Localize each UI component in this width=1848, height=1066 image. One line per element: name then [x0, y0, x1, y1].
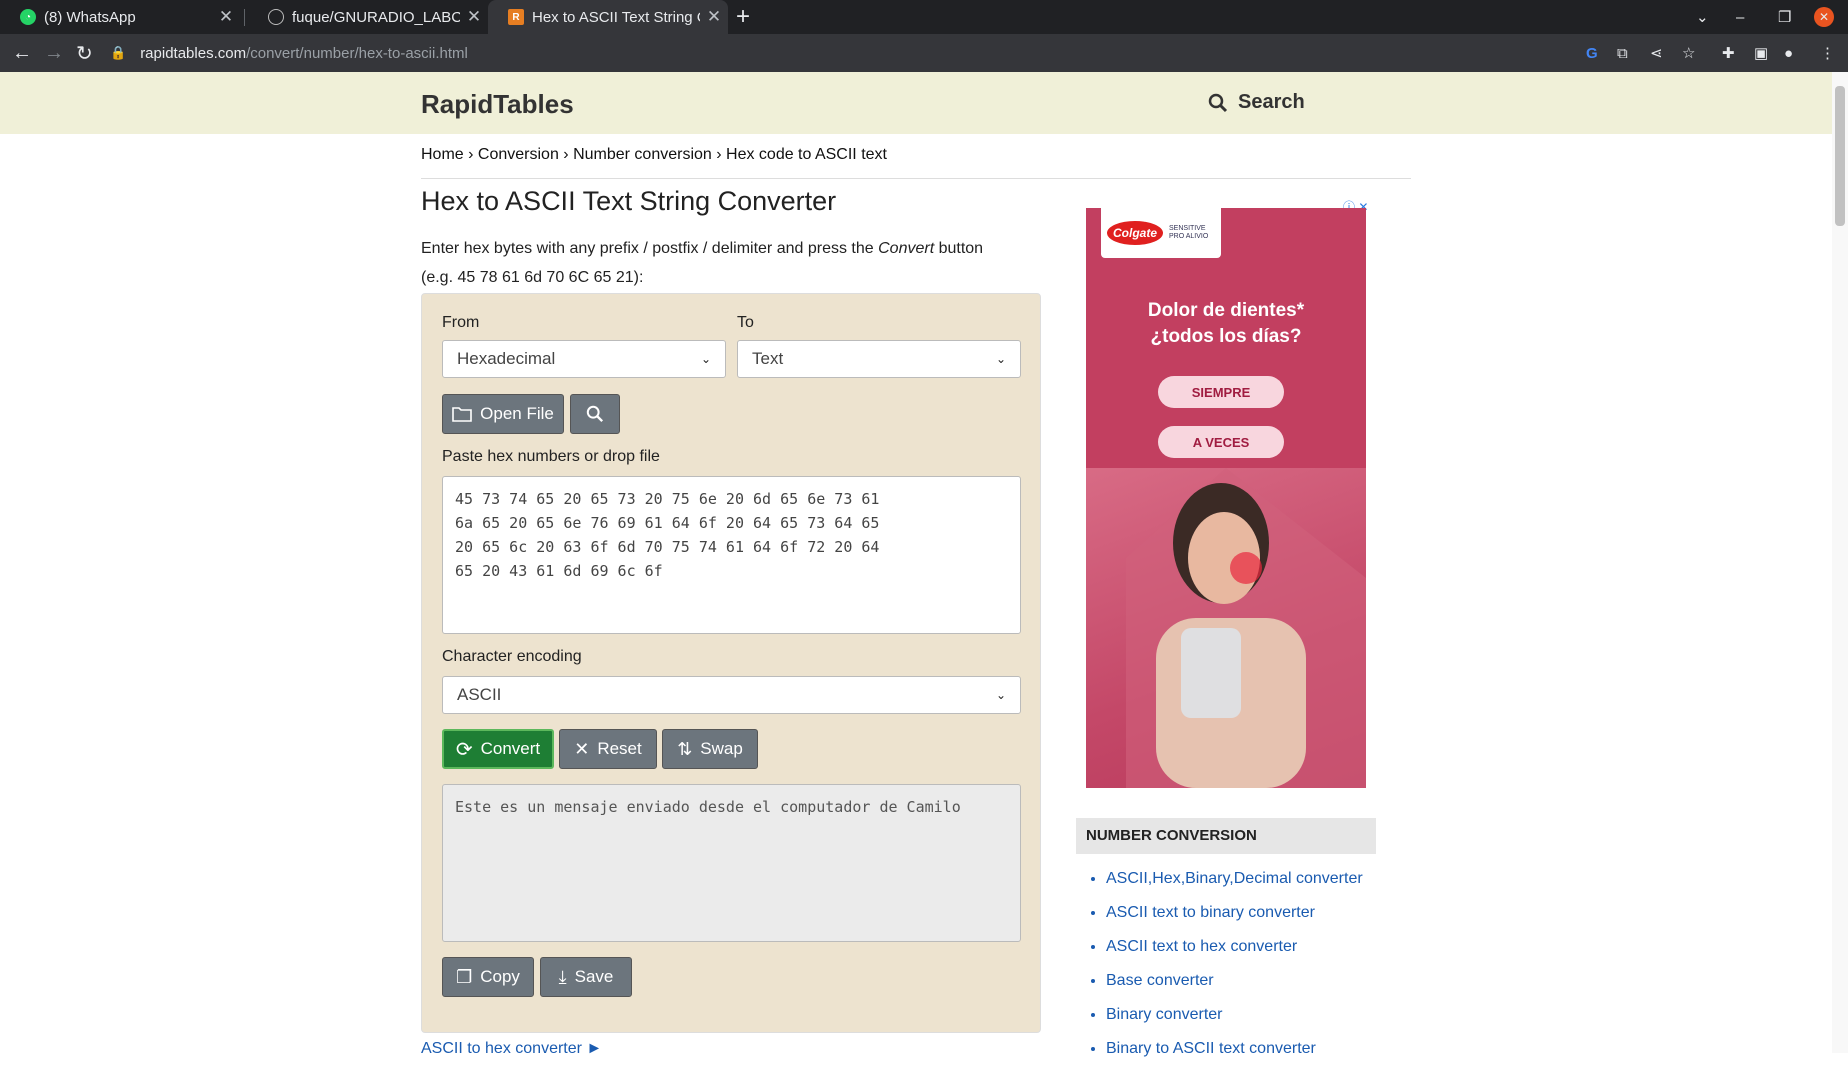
converter-panel: From To Hexadecimal ⌄ Text ⌄ Open File Pas…	[421, 293, 1041, 1033]
profile-icon[interactable]: ●	[1784, 34, 1793, 72]
file-search-button[interactable]	[570, 394, 620, 434]
page-title: Hex to ASCII Text String Converter	[421, 186, 837, 216]
lock-icon: 🔒	[110, 45, 127, 60]
sidebar-link[interactable]: ASCII text to hex converter	[1106, 938, 1297, 955]
sidebar-link[interactable]: Binary converter	[1106, 1006, 1223, 1023]
convert-button[interactable]: ⟳ Convert	[442, 729, 554, 769]
tab-title: fuque/GNURADIO_LABCO	[292, 8, 460, 26]
swap-button[interactable]: ⇅ Swap	[662, 729, 758, 769]
restore-icon[interactable]: ❐	[1778, 0, 1791, 34]
ad-brand-logo: Colgate SENSITIVE PRO ALIVIO	[1101, 208, 1221, 258]
url-path: /convert/number/hex-to-ascii.html	[246, 44, 468, 62]
search-button[interactable]: Search	[1208, 91, 1305, 114]
from-label: From	[442, 314, 480, 331]
close-icon: ✕	[574, 738, 590, 759]
chevron-down-icon: ⌄	[995, 352, 1006, 366]
bottom-link[interactable]: ASCII to hex converter ►	[421, 1040, 602, 1058]
browser-tab-bar: ◔ (8) WhatsApp ✕ fuque/GNURADIO_LABCO ✕ …	[0, 0, 1848, 34]
sidebar-link[interactable]: ASCII text to binary converter	[1106, 904, 1315, 921]
chevron-down-icon: ⌄	[700, 352, 711, 366]
reset-button[interactable]: ✕ Reset	[559, 729, 657, 769]
breadcrumb: Home › Conversion › Number conversion › …	[421, 146, 887, 163]
intro-example: (e.g. 45 78 61 6d 70 6C 65 21):	[421, 269, 644, 286]
save-button[interactable]: ⤓ Save	[540, 957, 632, 997]
ad-photo	[1086, 468, 1366, 788]
tab-rapidtables[interactable]: R Hex to ASCII Text String C ✕	[488, 0, 728, 34]
copy-button[interactable]: ❐ Copy	[442, 957, 534, 997]
refresh-icon: ⟳	[455, 738, 473, 761]
sidebar-number-conversion: NUMBER CONVERSION ASCII,Hex,Binary,Decim…	[1076, 818, 1376, 1066]
bookmark-star-icon[interactable]: ☆	[1682, 34, 1695, 72]
to-select[interactable]: Text ⌄	[737, 340, 1021, 378]
ad-headline: Dolor de dientes* ¿todos los días?	[1147, 300, 1305, 347]
sidebar-link[interactable]: ASCII,Hex,Binary,Decimal converter	[1106, 870, 1363, 887]
close-tab-icon[interactable]: ✕	[700, 7, 728, 27]
address-bar[interactable]: 🔒 rapidtables.com/convert/number/hex-to-…	[110, 39, 1570, 67]
scrollbar[interactable]	[1832, 72, 1848, 1053]
download-icon: ⤓	[558, 966, 567, 987]
menu-icon[interactable]: ⋮	[1820, 34, 1835, 72]
whatsapp-icon: ◔	[20, 9, 36, 25]
chevron-down-icon: ⌄	[995, 688, 1006, 702]
folder-icon	[452, 407, 472, 422]
minimize-icon[interactable]: –	[1736, 0, 1744, 34]
site-logo[interactable]: RapidTables	[421, 89, 574, 120]
search-icon	[586, 405, 604, 423]
tab-title: Hex to ASCII Text String C	[532, 8, 700, 26]
side-panel-icon[interactable]: ▣	[1754, 34, 1768, 72]
divider	[421, 178, 1411, 179]
tab-search-icon[interactable]: ⌄	[1696, 0, 1709, 34]
new-tab-icon[interactable]: +	[736, 3, 750, 31]
google-icon[interactable]: G	[1586, 34, 1598, 72]
rapidtables-icon: R	[508, 9, 524, 25]
encoding-label: Character encoding	[442, 648, 582, 665]
close-tab-icon[interactable]: ✕	[460, 7, 488, 27]
advertisement[interactable]: Colgate SENSITIVE PRO ALIVIO Dolor de die…	[1086, 208, 1366, 788]
input-label: Paste hex numbers or drop file	[442, 448, 660, 465]
sidebar-heading: NUMBER CONVERSION	[1076, 818, 1376, 854]
back-icon[interactable]: ←	[12, 34, 32, 72]
text-output-textarea[interactable]: Este es un mensaje enviado desde el comp…	[442, 784, 1021, 942]
reload-icon[interactable]: ↻	[76, 34, 93, 72]
to-label: To	[737, 314, 754, 331]
search-label: Search	[1238, 91, 1305, 113]
copy-icon: ❐	[456, 966, 473, 987]
breadcrumb-number-conversion[interactable]: Number conversion	[573, 146, 712, 163]
open-file-button[interactable]: Open File	[442, 394, 564, 434]
url-host: rapidtables.com	[140, 44, 247, 62]
sidebar-link[interactable]: Binary to ASCII text converter	[1106, 1040, 1316, 1057]
intro-text: Enter hex bytes with any prefix / postfi…	[421, 240, 984, 286]
swap-icon: ⇅	[677, 738, 693, 759]
hex-input-textarea[interactable]: 45 73 74 65 20 65 73 20 75 6e 20 6d 65 6…	[442, 476, 1021, 634]
breadcrumb-home[interactable]: Home	[421, 146, 464, 163]
breadcrumb-current[interactable]: Hex code to ASCII text	[726, 146, 887, 163]
close-tab-icon[interactable]: ✕	[212, 7, 240, 27]
encoding-select[interactable]: ASCII ⌄	[442, 676, 1021, 714]
ad-option-sometimes[interactable]: A VECES	[1158, 426, 1284, 458]
site-header: RapidTables Search	[0, 72, 1832, 134]
share-icon[interactable]: ⋖	[1650, 34, 1663, 72]
browser-toolbar: ← → ↻ 🔒 rapidtables.com/convert/number/h…	[0, 34, 1848, 72]
forward-icon[interactable]: →	[44, 34, 64, 72]
breadcrumb-conversion[interactable]: Conversion	[478, 146, 559, 163]
github-icon	[268, 9, 284, 25]
from-select[interactable]: Hexadecimal ⌄	[442, 340, 726, 378]
close-window-icon[interactable]: ✕	[1814, 0, 1834, 34]
extensions-icon[interactable]: ✚	[1722, 34, 1735, 72]
tab-title: (8) WhatsApp	[44, 8, 136, 26]
scrollbar-thumb[interactable]	[1835, 86, 1845, 226]
ad-option-always[interactable]: SIEMPRE	[1158, 376, 1284, 408]
translate-icon[interactable]: ⧉	[1617, 34, 1628, 72]
tab-whatsapp[interactable]: ◔ (8) WhatsApp ✕	[0, 0, 240, 34]
tab-github[interactable]: fuque/GNURADIO_LABCO ✕	[248, 0, 488, 34]
sidebar-link[interactable]: Base converter	[1106, 972, 1214, 989]
search-icon	[1208, 93, 1228, 112]
